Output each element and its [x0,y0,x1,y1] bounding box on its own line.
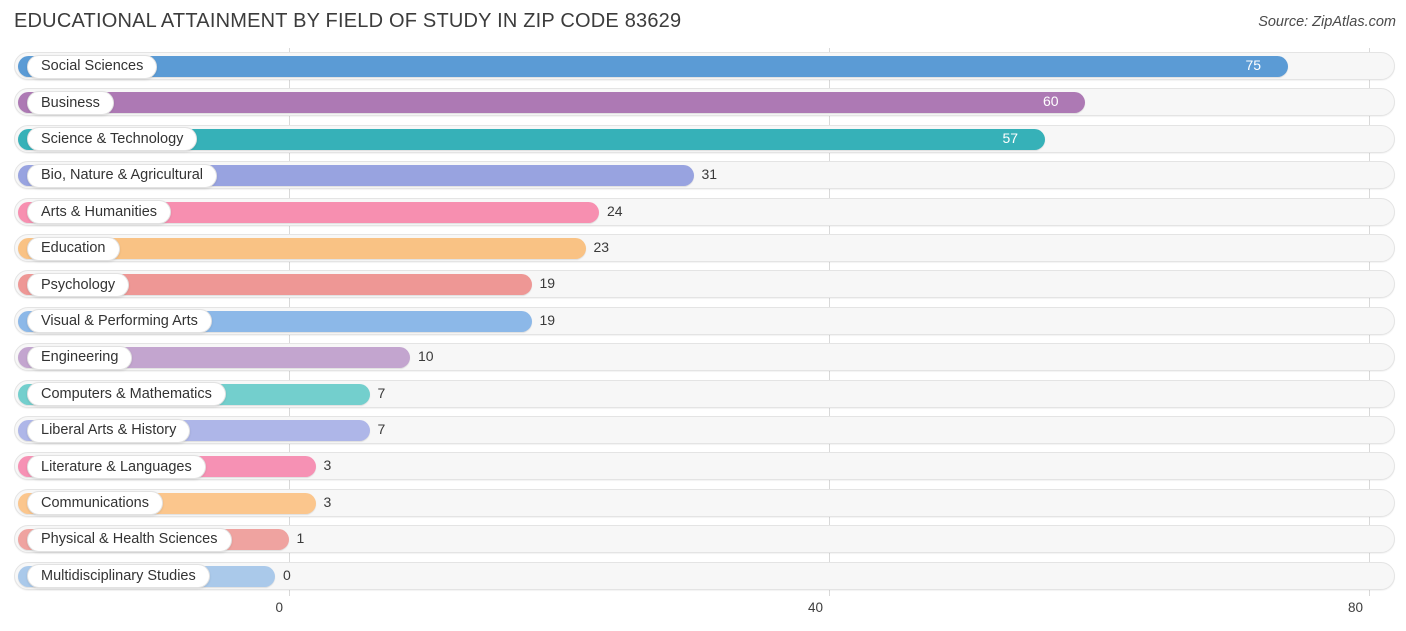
bar-row: Science & Technology 57 [0,123,1406,159]
x-tick-label: 40 [807,600,823,615]
category-label: Psychology [41,276,116,293]
bar-row: Literature & Languages 3 [0,450,1406,486]
bar-row: Communications 3 [0,487,1406,523]
bar-row: Arts & Humanities 24 [0,196,1406,232]
category-label: Visual & Performing Arts [41,313,198,330]
category-label: Bio, Nature & Agricultural [41,167,203,184]
category-label-pill: Liberal Arts & History [27,418,191,443]
category-label-pill: Business [27,90,114,115]
bar-value-label: 24 [607,202,623,219]
bar-value-label: 3 [323,493,332,510]
bar-value-label: 57 [1002,129,1019,146]
bar-value-label: 1 [296,530,305,547]
bar-row: Engineering 10 [0,341,1406,377]
bar-value-label: 7 [377,384,386,401]
bar-row: Social Sciences 75 [0,50,1406,86]
bar-row: Visual & Performing Arts 19 [0,305,1406,341]
bar-row: Multidisciplinary Studies 0 [0,560,1406,596]
bar-row: Physical & Health Sciences 1 [0,523,1406,559]
x-tick-label: 80 [1347,600,1363,615]
category-label-pill: Engineering [27,345,133,370]
source-attribution: Source: ZipAtlas.com [1258,14,1396,30]
bar-value-label: 60 [1043,93,1059,110]
bar-row: Psychology 19 [0,268,1406,304]
category-label-pill: Physical & Health Sciences [27,527,232,552]
category-label: Computers & Mathematics [41,385,212,402]
category-label-pill: Bio, Nature & Agricultural [27,163,217,188]
bar-value-label: 19 [539,311,556,328]
category-label: Physical & Health Sciences [41,531,218,548]
category-label-pill: Literature & Languages [27,454,206,479]
category-label-pill: Psychology [27,272,130,297]
bar-row: Liberal Arts & History 7 [0,414,1406,450]
bar-value-label: 19 [539,275,556,292]
category-label-pill: Social Sciences [27,54,158,79]
category-label-pill: Computers & Mathematics [27,382,226,407]
category-label: Science & Technology [41,131,184,148]
category-label-pill: Communications [27,491,163,516]
category-label-pill: Science & Technology [27,127,198,152]
bar[interactable] [18,92,1085,114]
bar-value-label: 10 [418,348,434,365]
plot-area: Social Sciences 75 Business 60 Science & Tec… [0,48,1406,596]
bar-value-label: 7 [377,421,386,437]
category-label: Literature & Languages [41,458,192,475]
bar-value-label: 23 [593,239,610,255]
category-label: Multidisciplinary Studies [41,567,196,584]
bar-row: Business 60 [0,86,1406,122]
bar-rows: Social Sciences 75 Business 60 Science & Tec… [0,48,1406,596]
category-label: Liberal Arts & History [41,422,177,439]
category-label: Social Sciences [41,58,144,75]
bar[interactable] [18,56,1288,77]
bar-value-label: 75 [1245,57,1262,73]
category-label-pill: Multidisciplinary Studies [27,564,210,589]
category-label: Communications [41,495,149,512]
bar-row: Bio, Nature & Agricultural 31 [0,159,1406,195]
category-label-pill: Arts & Humanities [27,200,172,225]
x-axis: 0 40 80 [0,596,1406,631]
x-tick-label: 0 [275,600,283,615]
category-label: Business [41,94,100,111]
bar-value-label: 0 [283,566,291,583]
chart-header: EDUCATIONAL ATTAINMENT BY FIELD OF STUDY… [0,0,1406,44]
bar-row: Computers & Mathematics 7 [0,378,1406,414]
category-label-pill: Visual & Performing Arts [27,309,212,334]
category-label: Arts & Humanities [41,203,158,220]
bar-value-label: 31 [701,166,718,183]
page-title: EDUCATIONAL ATTAINMENT BY FIELD OF STUDY… [14,10,682,32]
category-label-pill: Education [27,236,120,261]
category-label: Engineering [41,349,119,366]
bar-value-label: 3 [323,457,332,474]
chart-container: EDUCATIONAL ATTAINMENT BY FIELD OF STUDY… [0,0,1406,631]
bar-row: Education 23 [0,232,1406,268]
category-label: Education [41,240,106,257]
